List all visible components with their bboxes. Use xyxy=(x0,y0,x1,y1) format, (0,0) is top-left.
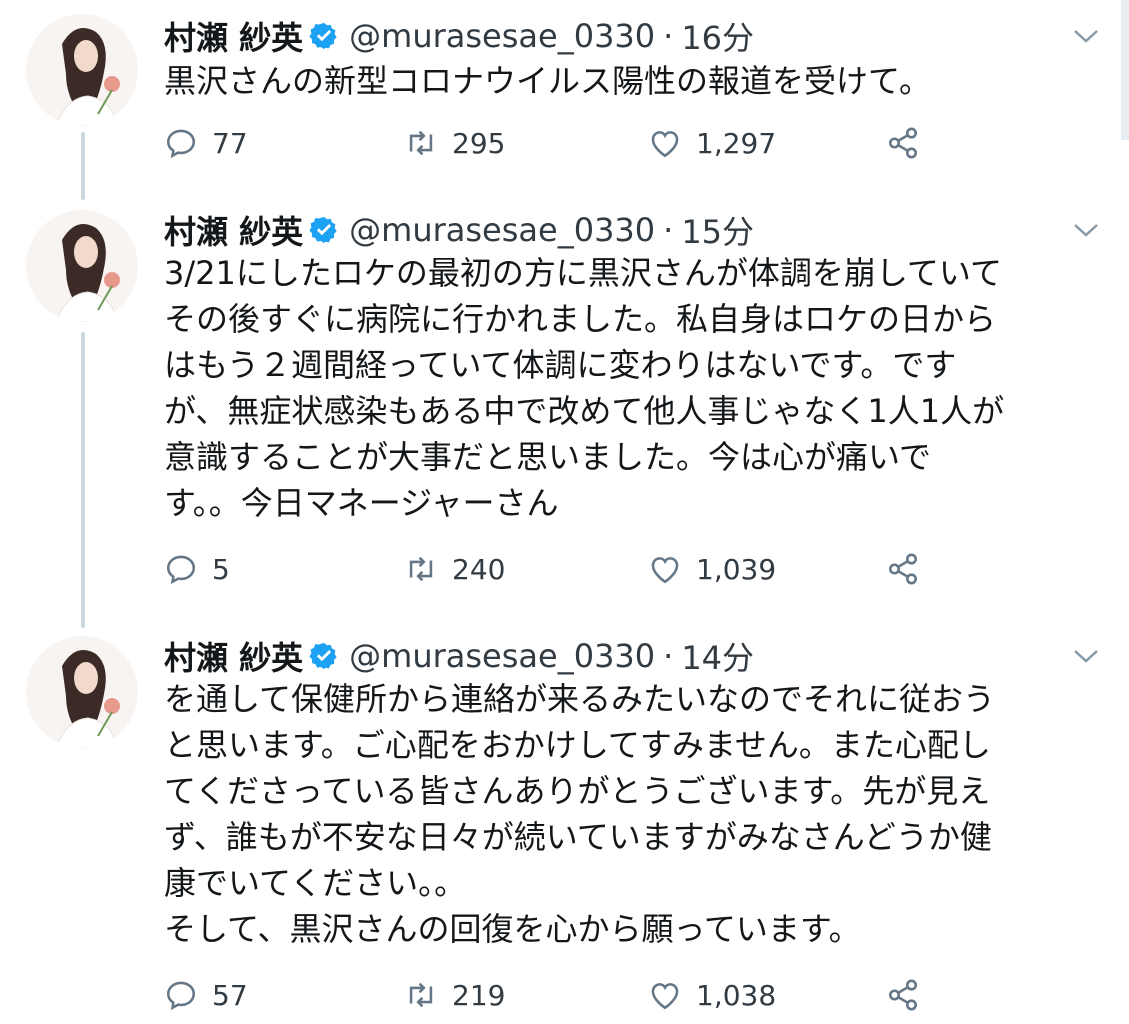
reply-icon xyxy=(166,981,196,1011)
tweet-header: 村瀬 紗英 @murasesae_0330 · 15分 xyxy=(164,208,754,252)
user-handle[interactable]: @murasesae_0330 xyxy=(349,637,655,675)
tweet-header: 村瀬 紗英 @murasesae_0330 · 14分 xyxy=(164,634,754,678)
reply-button[interactable]: 77 xyxy=(164,123,248,163)
retweet-icon xyxy=(409,982,433,1008)
reply-count: 77 xyxy=(212,126,248,160)
share-icon xyxy=(888,553,918,585)
scrollbar[interactable] xyxy=(1121,0,1129,140)
retweet-button[interactable]: 240 xyxy=(404,549,505,589)
heart-icon xyxy=(651,983,679,1010)
like-count: 1,038 xyxy=(696,978,777,1012)
avatar[interactable] xyxy=(26,14,138,126)
chevron-down-icon[interactable] xyxy=(1072,220,1100,240)
user-handle[interactable]: @murasesae_0330 xyxy=(349,17,655,55)
retweet-count: 295 xyxy=(452,126,506,160)
timestamp[interactable]: 16分 xyxy=(681,13,754,59)
separator-dot: · xyxy=(663,17,674,55)
retweet-icon xyxy=(409,130,433,156)
like-button[interactable]: 1,038 xyxy=(648,975,776,1015)
display-name[interactable]: 村瀬 紗英 xyxy=(164,633,303,679)
verified-badge-icon xyxy=(309,216,337,244)
display-name[interactable]: 村瀬 紗英 xyxy=(164,207,303,253)
retweet-button[interactable]: 219 xyxy=(404,975,505,1015)
retweet-button[interactable]: 295 xyxy=(404,123,505,163)
tweet-actions: 57 219 1,038 xyxy=(164,975,964,1015)
verified-badge-icon xyxy=(309,642,337,670)
retweet-count: 240 xyxy=(452,552,506,586)
reply-icon xyxy=(166,129,196,159)
avatar[interactable] xyxy=(26,210,138,322)
timestamp[interactable]: 15分 xyxy=(681,207,754,253)
like-button[interactable]: 1,297 xyxy=(648,123,776,163)
like-count: 1,297 xyxy=(696,126,777,160)
like-count: 1,039 xyxy=(696,552,777,586)
separator-dot: · xyxy=(663,637,674,675)
chevron-down-icon[interactable] xyxy=(1072,646,1100,666)
share-button[interactable] xyxy=(886,975,934,1015)
share-button[interactable] xyxy=(886,123,934,163)
reply-button[interactable]: 5 xyxy=(164,549,230,589)
tweet-actions: 5 240 1,039 xyxy=(164,549,964,589)
tweet-header: 村瀬 紗英 @murasesae_0330 · 16分 xyxy=(164,14,754,58)
retweet-icon xyxy=(409,556,433,582)
verified-badge-icon xyxy=(309,22,337,50)
chevron-down-icon[interactable] xyxy=(1072,26,1100,46)
reply-count: 5 xyxy=(212,552,230,586)
reply-count: 57 xyxy=(212,978,248,1012)
avatar[interactable] xyxy=(26,636,138,748)
heart-icon xyxy=(651,557,679,584)
reply-icon xyxy=(166,555,196,585)
thread-connector-line xyxy=(81,132,85,200)
share-button[interactable] xyxy=(886,549,934,589)
user-handle[interactable]: @murasesae_0330 xyxy=(349,211,655,249)
heart-icon xyxy=(651,131,679,158)
tweet-text: 3/21にしたロケの最初の方に黒沢さんが体調を崩していて その後すぐに病院に行か… xyxy=(164,254,1005,522)
reply-button[interactable]: 57 xyxy=(164,975,248,1015)
separator-dot: · xyxy=(663,211,674,249)
tweet-actions: 77 295 1,297 xyxy=(164,123,964,163)
share-icon xyxy=(888,127,918,159)
retweet-count: 219 xyxy=(452,978,506,1012)
tweet-text: を通して保健所から連絡が来るみたいなのでそれに従おう と思います。ご心配をおかけ… xyxy=(164,680,996,948)
display-name[interactable]: 村瀬 紗英 xyxy=(164,13,303,59)
timestamp[interactable]: 14分 xyxy=(681,633,754,679)
like-button[interactable]: 1,039 xyxy=(648,549,776,589)
thread-connector-line xyxy=(81,332,85,628)
tweet-text: 黒沢さんの新型コロナウイルス陽性の報道を受けて。 xyxy=(164,62,932,100)
share-icon xyxy=(888,979,918,1011)
